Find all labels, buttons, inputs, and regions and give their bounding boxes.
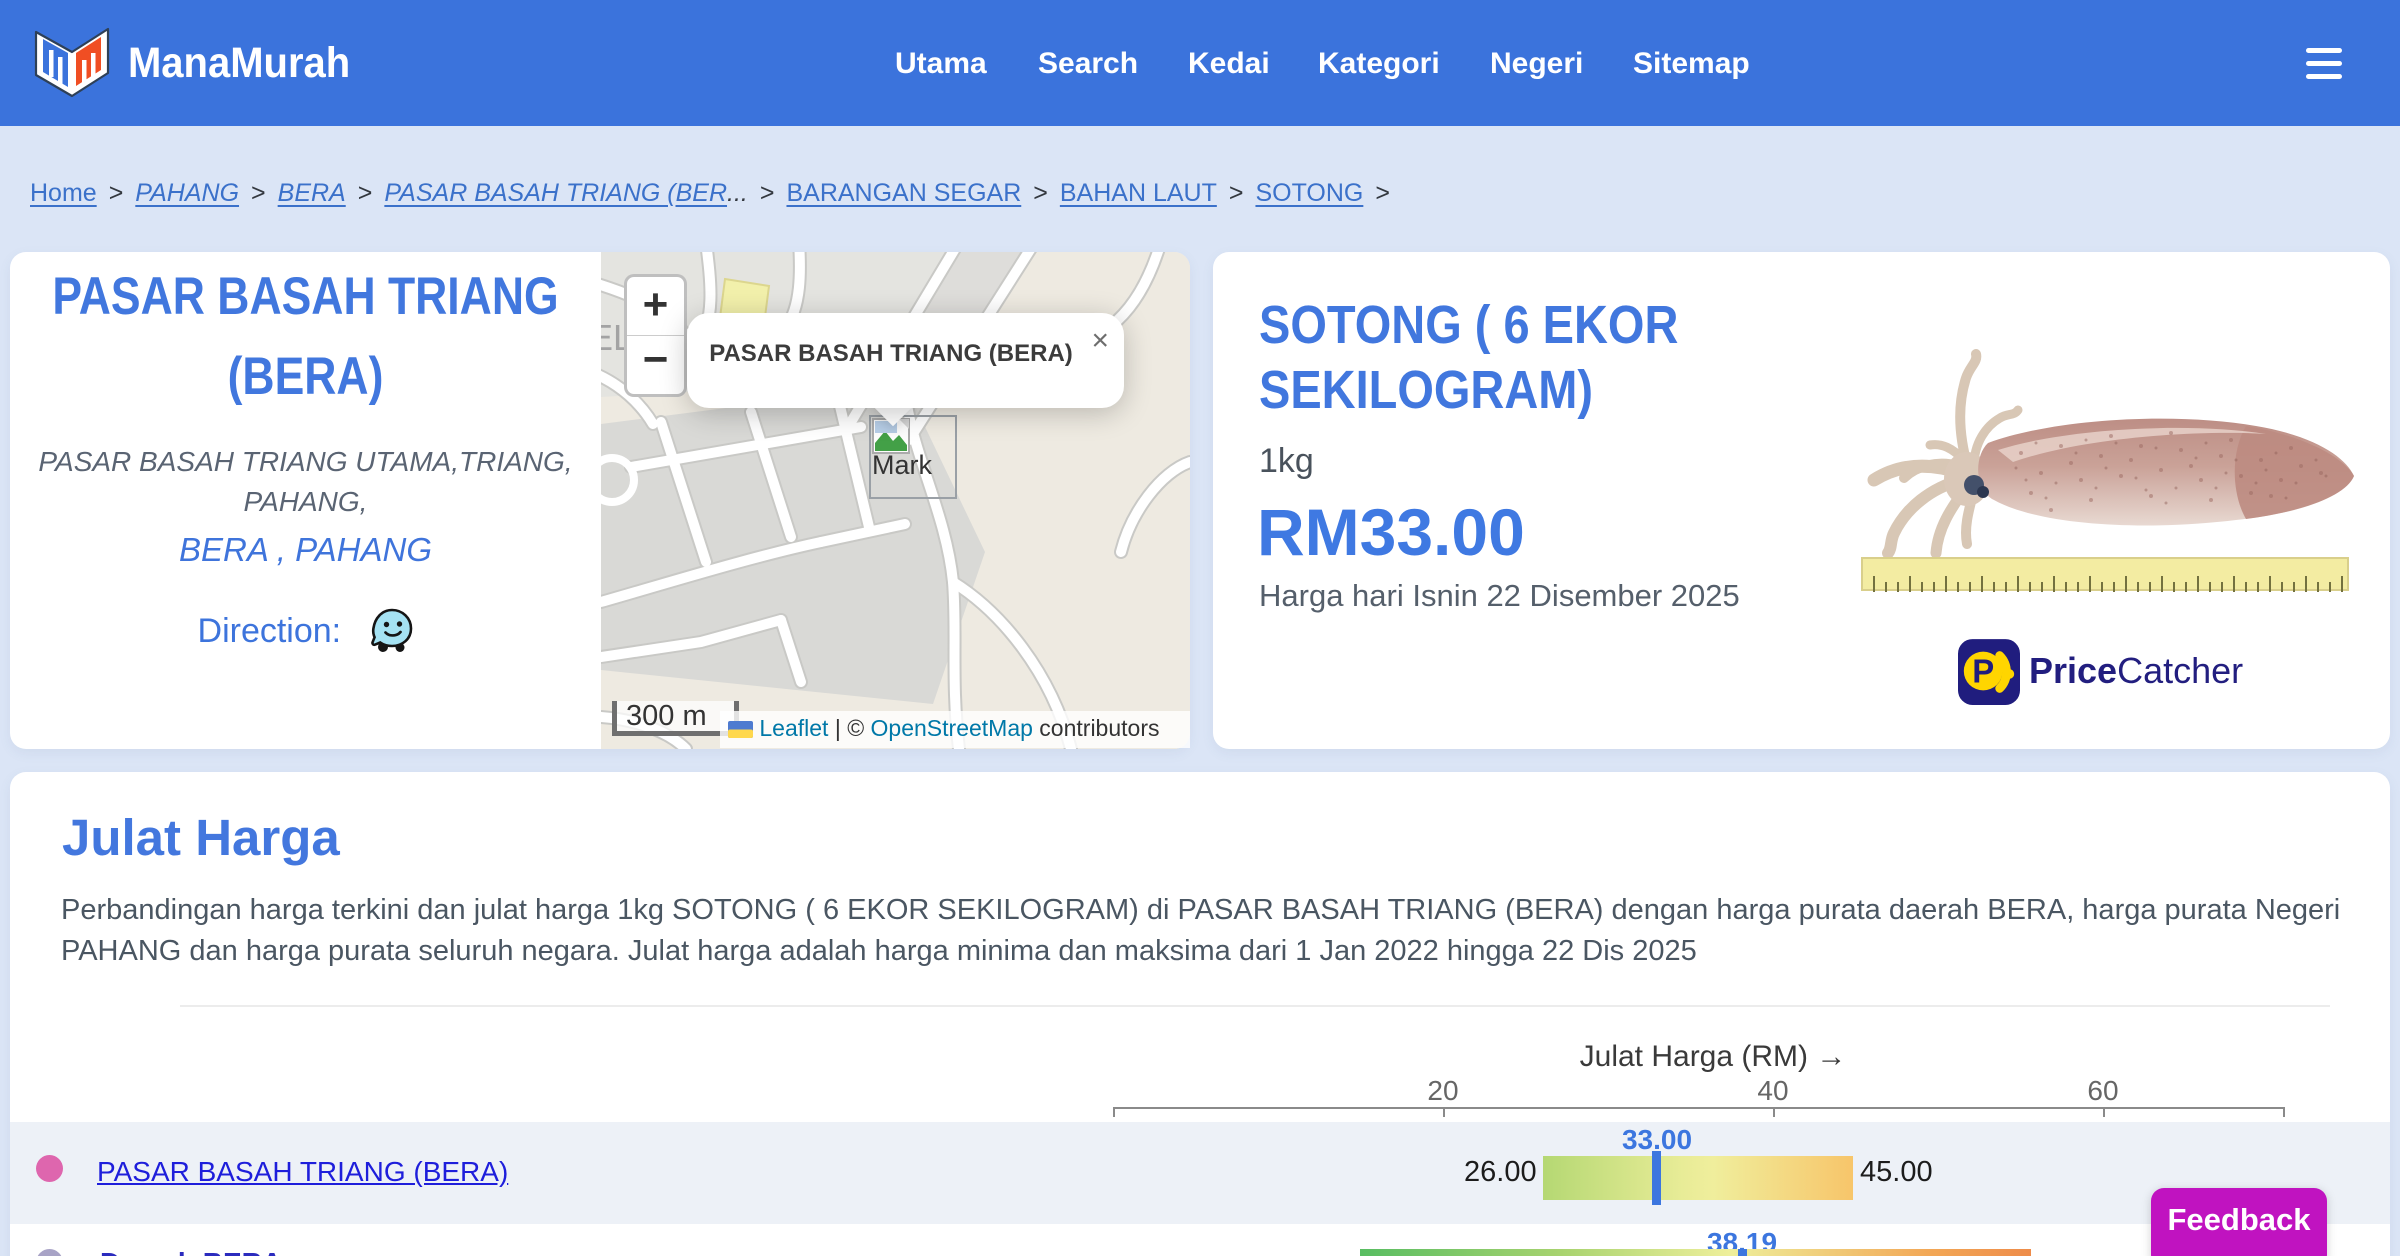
svg-text:Mark: Mark [872,450,932,480]
svg-text:P: P [1972,653,1994,690]
